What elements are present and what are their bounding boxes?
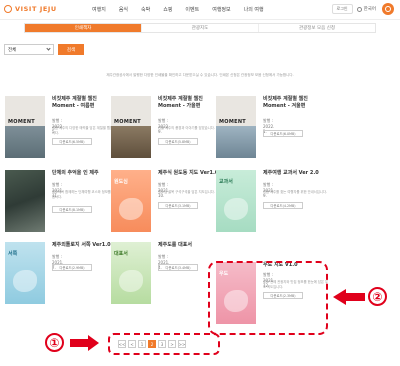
- site-header: VISIT JEJU 여행지 음식 숙박 쇼핑 이벤트 여행정보 나의 여행 로…: [0, 0, 400, 20]
- nav-item-events[interactable]: 이벤트: [185, 6, 199, 13]
- login-button[interactable]: 로그인: [331, 4, 353, 14]
- item-description: 처음 제주를 찾는 여행자를 위한 안내서입니다.: [263, 190, 327, 194]
- annotation-arrow-2-icon: [333, 289, 365, 305]
- download-button[interactable]: 다운로드(3.1MB): [158, 202, 198, 209]
- category-select[interactable]: 전체: [4, 44, 54, 55]
- header-utilities: 로그인 한국어: [331, 3, 394, 15]
- logo-mark-icon: [4, 5, 12, 13]
- cover-illustration: [119, 198, 143, 220]
- cover-image: [5, 170, 45, 232]
- item-title: 단체의 추억을 인 제주: [52, 170, 99, 176]
- main-nav: 여행지 음식 숙박 쇼핑 이벤트 여행정보 나의 여행: [92, 6, 277, 13]
- globe-icon: [356, 6, 362, 12]
- nav-item-travel-info[interactable]: 여행정보: [212, 6, 230, 13]
- cover-label: 대표서: [114, 251, 128, 257]
- item-title: 제주도를 대표서: [158, 242, 192, 248]
- nav-item-shopping[interactable]: 쇼핑: [163, 6, 172, 13]
- item-description: 원도심 골목 구석구석을 담은 지도입니다.: [158, 190, 215, 194]
- cover-label: 원도심: [114, 179, 128, 185]
- item-title: 제주외톨로지 서쪽 Ver1.0: [52, 242, 111, 248]
- highlight-box-pagination: [108, 333, 220, 355]
- cover-image: [5, 96, 45, 158]
- download-button[interactable]: 다운로드(6.0MB): [263, 130, 303, 137]
- download-button[interactable]: 다운로드(3.4MB): [158, 264, 198, 271]
- cover-illustration: [119, 270, 143, 292]
- cover-illustration: [13, 270, 37, 292]
- cover-illustration: [224, 198, 248, 220]
- nav-item-destinations[interactable]: 여행지: [92, 6, 106, 13]
- item-title: 비짓제주 계절별 웹진 Moment - 여름편: [52, 96, 97, 109]
- nav-item-stay[interactable]: 숙박: [141, 6, 150, 13]
- category-tabs: 인쇄책자 관광지도 관광정보 모음 신청: [24, 23, 376, 33]
- tab-print-booklet[interactable]: 인쇄책자: [25, 24, 142, 32]
- download-button[interactable]: 다운로드(6.5MB): [52, 138, 92, 145]
- item-title: 제주식 원도동 지도 Ver1.0: [158, 170, 219, 176]
- annotation-marker-1: ①: [45, 333, 64, 352]
- item-description: 가을 제주의 풍경과 이야기를 담았습니다.: [158, 126, 215, 130]
- tab-tourist-map[interactable]: 관광지도: [142, 24, 259, 32]
- logo-text: VISIT JEJU: [15, 5, 57, 13]
- category-select-value: 전체: [8, 47, 17, 53]
- search-button[interactable]: 검색: [58, 44, 84, 55]
- cover-image: 대표서: [111, 242, 151, 304]
- language-label: 한국어: [363, 7, 376, 12]
- annotation-marker-2: ②: [368, 287, 387, 306]
- nav-item-food[interactable]: 음식: [119, 6, 128, 13]
- item-title: 제주여행 교과서 Ver 2.0: [263, 170, 319, 176]
- cover-label: 서쪽: [8, 251, 18, 257]
- cover-image: [111, 96, 151, 158]
- cover-label: 교과서: [219, 179, 233, 185]
- cover-image: 원도심: [111, 170, 151, 232]
- tab-request-info[interactable]: 관광정보 모음 신청: [259, 24, 375, 32]
- cover-image: 교과서: [216, 170, 256, 232]
- language-selector[interactable]: 한국어: [356, 6, 376, 12]
- annotation-arrow-1-icon: [70, 335, 99, 351]
- logo[interactable]: VISIT JEJU: [4, 5, 57, 13]
- notice-text: 제주관광공사에서 발행한 다양한 인쇄물을 확인하고 다운받으실 수 있습니다.…: [106, 73, 294, 77]
- chevron-down-icon: [46, 46, 51, 51]
- item-title: 비짓제주 계절별 웹진 Moment - 가을편: [158, 96, 203, 109]
- search-icon[interactable]: [382, 3, 394, 15]
- download-button[interactable]: 다운로드(8.1MB): [52, 206, 92, 213]
- item-description: 제주에서 함께하는 단체여행 코스와 정보를 소개합니다.: [52, 190, 118, 199]
- cover-image: [216, 96, 256, 158]
- highlight-box-featured-item: [208, 261, 328, 335]
- item-title: 비짓제주 계절별 웹진 Moment - 겨울편: [263, 96, 308, 109]
- nav-item-my-trip[interactable]: 나의 여행: [244, 6, 264, 13]
- download-button[interactable]: 다운로드(2.9MB): [52, 264, 92, 271]
- item-description: 여름 제주의 다양한 매력을 담은 계절별 웹진입니다.: [52, 126, 116, 135]
- download-button[interactable]: 다운로드(4.2MB): [263, 202, 303, 209]
- cover-image: 서쪽: [5, 242, 45, 304]
- download-button[interactable]: 다운로드(5.8MB): [158, 138, 198, 145]
- filter-bar: 전체 검색: [4, 44, 84, 55]
